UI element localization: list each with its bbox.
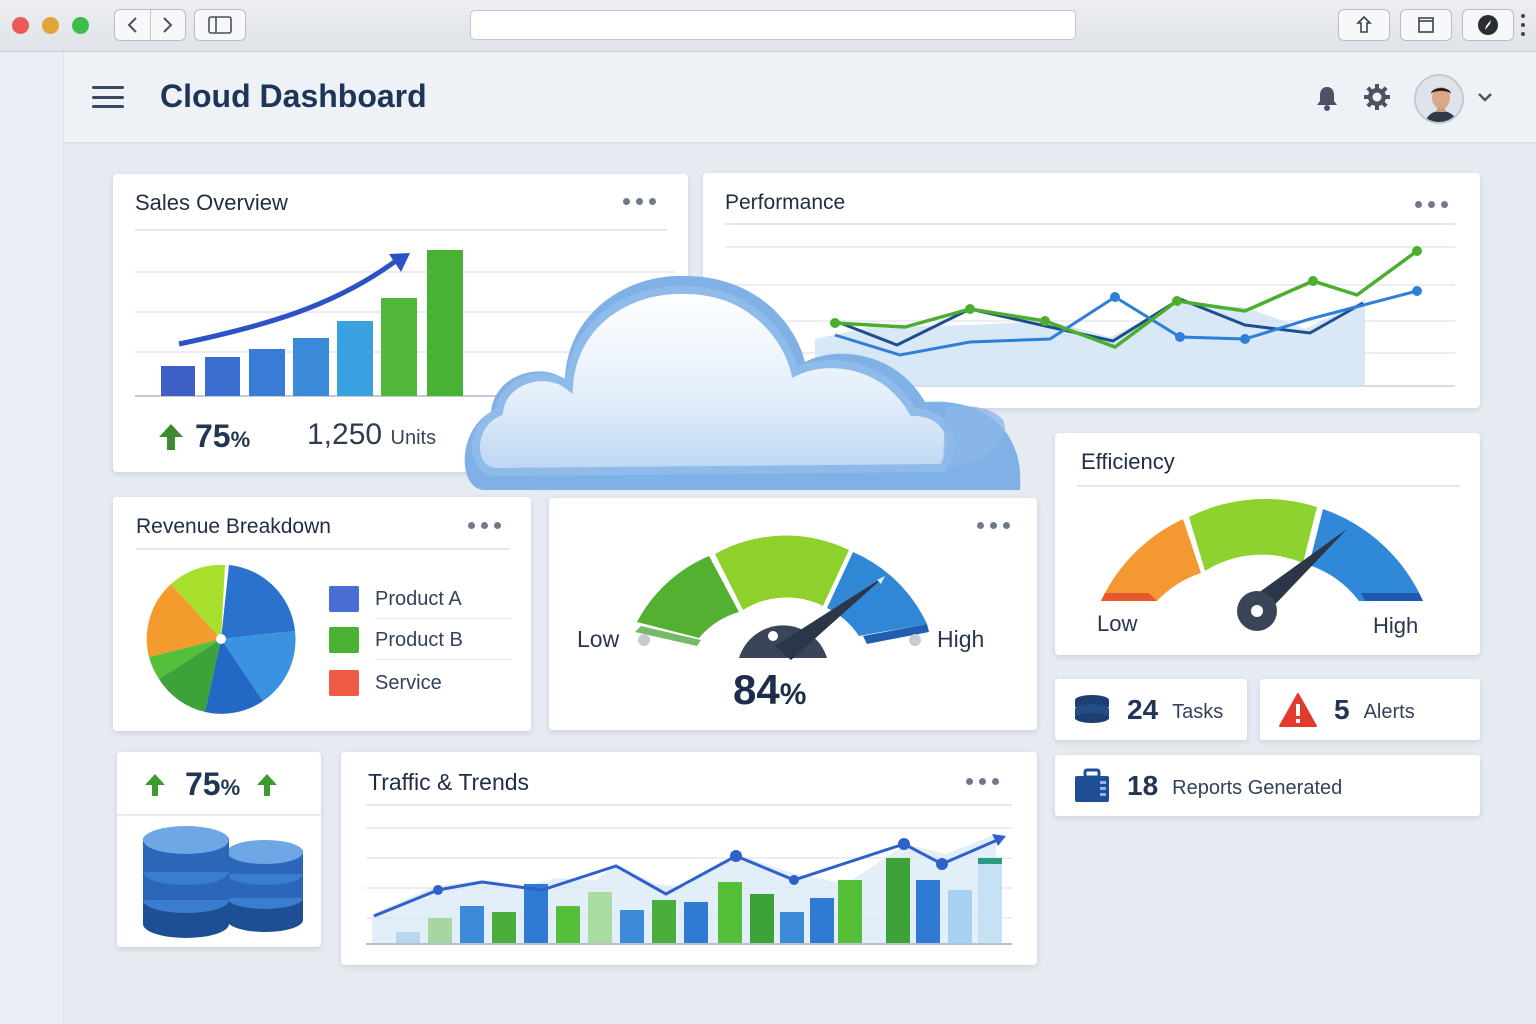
traffic-bar	[588, 892, 612, 944]
gauge-low-label: Low	[577, 626, 620, 652]
sidebar-icon	[208, 16, 232, 34]
up-arrow-icon	[159, 424, 183, 450]
gauge-high-dot	[909, 634, 921, 646]
more-options-icon[interactable]	[623, 198, 656, 205]
briefcase-icon	[1075, 768, 1109, 802]
traffic-combo-chart	[366, 827, 1012, 945]
sales-bar	[161, 366, 195, 396]
chevron-left-icon	[127, 17, 137, 33]
more-options-icon[interactable]	[1415, 201, 1448, 208]
app-header: Cloud Dashboard	[64, 52, 1536, 144]
bell-icon[interactable]	[1314, 84, 1340, 112]
avatar[interactable]	[1414, 74, 1464, 124]
more-options-icon[interactable]	[977, 522, 1010, 529]
efficiency-card: Efficiency Low High	[1055, 433, 1480, 655]
chevron-right-icon	[163, 17, 173, 33]
tasks-stat-card[interactable]: 24 Tasks	[1055, 679, 1247, 740]
user-portrait-icon	[1416, 76, 1462, 122]
gauge-value: 84%	[733, 666, 807, 713]
browser-toolbar	[0, 0, 1536, 52]
traffic-bar	[556, 906, 580, 944]
gauge-high-label: High	[937, 626, 985, 652]
revenue-pie-chart	[146, 564, 296, 714]
warning-icon	[1279, 692, 1317, 727]
traffic-bar	[916, 880, 940, 944]
score-gauge	[635, 535, 929, 660]
traffic-trends-card: Traffic & Trends	[341, 752, 1037, 965]
card-title: Sales Overview	[135, 190, 288, 215]
storage-card: 75%	[117, 752, 321, 947]
traffic-bar	[978, 860, 1002, 944]
maximize-window-button[interactable]	[72, 17, 89, 34]
traffic-bar	[524, 884, 548, 944]
address-bar[interactable]	[470, 10, 1076, 40]
traffic-bar	[684, 902, 708, 944]
close-window-button[interactable]	[12, 17, 29, 34]
share-icon	[1356, 15, 1372, 33]
reports-stat-card[interactable]: 18 Reports Generated	[1055, 755, 1480, 816]
traffic-bar	[978, 858, 1002, 864]
traffic-bar	[460, 906, 484, 944]
more-options-icon[interactable]	[966, 778, 999, 785]
traffic-bar	[652, 900, 676, 944]
sales-bar	[381, 298, 417, 396]
extension-button[interactable]	[1462, 9, 1514, 41]
minimize-window-button[interactable]	[42, 17, 59, 34]
units-stat: 1,250 Units	[307, 418, 437, 451]
legend-item: Product A	[329, 586, 462, 612]
cloud-illustration	[464, 275, 1021, 490]
traffic-bar	[620, 910, 644, 944]
card-title: Revenue Breakdown	[136, 515, 331, 538]
traffic-bar	[492, 912, 516, 944]
traffic-bar	[780, 912, 804, 944]
tabs-icon	[1418, 17, 1434, 33]
traffic-bar	[718, 882, 742, 944]
card-title: Traffic & Trends	[368, 769, 530, 795]
left-rail	[0, 52, 64, 1024]
traffic-bar	[750, 894, 774, 944]
traffic-bar	[396, 932, 420, 944]
sales-bar	[293, 338, 329, 396]
legend-item: Product B	[329, 627, 463, 653]
share-button[interactable]	[1338, 9, 1390, 41]
pie-slice	[221, 565, 295, 639]
traffic-bar	[428, 918, 452, 944]
hamburger-menu-icon[interactable]	[92, 86, 124, 108]
gear-icon[interactable]	[1362, 82, 1392, 112]
alerts-stat-card[interactable]: 5 Alerts	[1260, 679, 1480, 740]
tabs-button[interactable]	[1400, 9, 1452, 41]
sidebar-toggle-button[interactable]	[194, 9, 246, 41]
page-title: Cloud Dashboard	[160, 78, 427, 114]
sales-bar	[249, 349, 285, 396]
traffic-bar	[948, 890, 972, 944]
database-icon	[1075, 694, 1109, 723]
sales-bar	[337, 321, 373, 396]
legend-item: Service	[329, 670, 442, 696]
gauge-card: Low High 84%	[549, 498, 1037, 730]
up-arrow-icon	[145, 774, 165, 796]
sales-bar	[205, 357, 240, 396]
back-button[interactable]	[115, 10, 150, 40]
revenue-breakdown-card: Revenue Breakdown Product A Product B Se…	[113, 497, 531, 731]
gauge-low-dot	[638, 634, 650, 646]
growth-stat: 75%	[195, 418, 251, 454]
storage-stat: 75%	[185, 766, 241, 802]
traffic-bar	[838, 880, 862, 944]
more-options-icon[interactable]	[468, 522, 501, 529]
card-title: Efficiency	[1081, 449, 1175, 474]
compass-icon	[1478, 15, 1498, 35]
card-title: Performance	[725, 191, 846, 214]
efficiency-low-label: Low	[1097, 611, 1138, 636]
forward-button[interactable]	[149, 10, 186, 40]
efficiency-high-label: High	[1373, 613, 1419, 638]
chevron-down-icon[interactable]	[1476, 90, 1494, 104]
traffic-bar	[810, 898, 834, 944]
nav-buttons	[114, 9, 186, 41]
up-arrow-icon	[257, 774, 277, 796]
traffic-bar	[886, 858, 910, 944]
database-stack-icon	[143, 826, 303, 938]
more-menu-icon[interactable]	[1520, 14, 1526, 36]
